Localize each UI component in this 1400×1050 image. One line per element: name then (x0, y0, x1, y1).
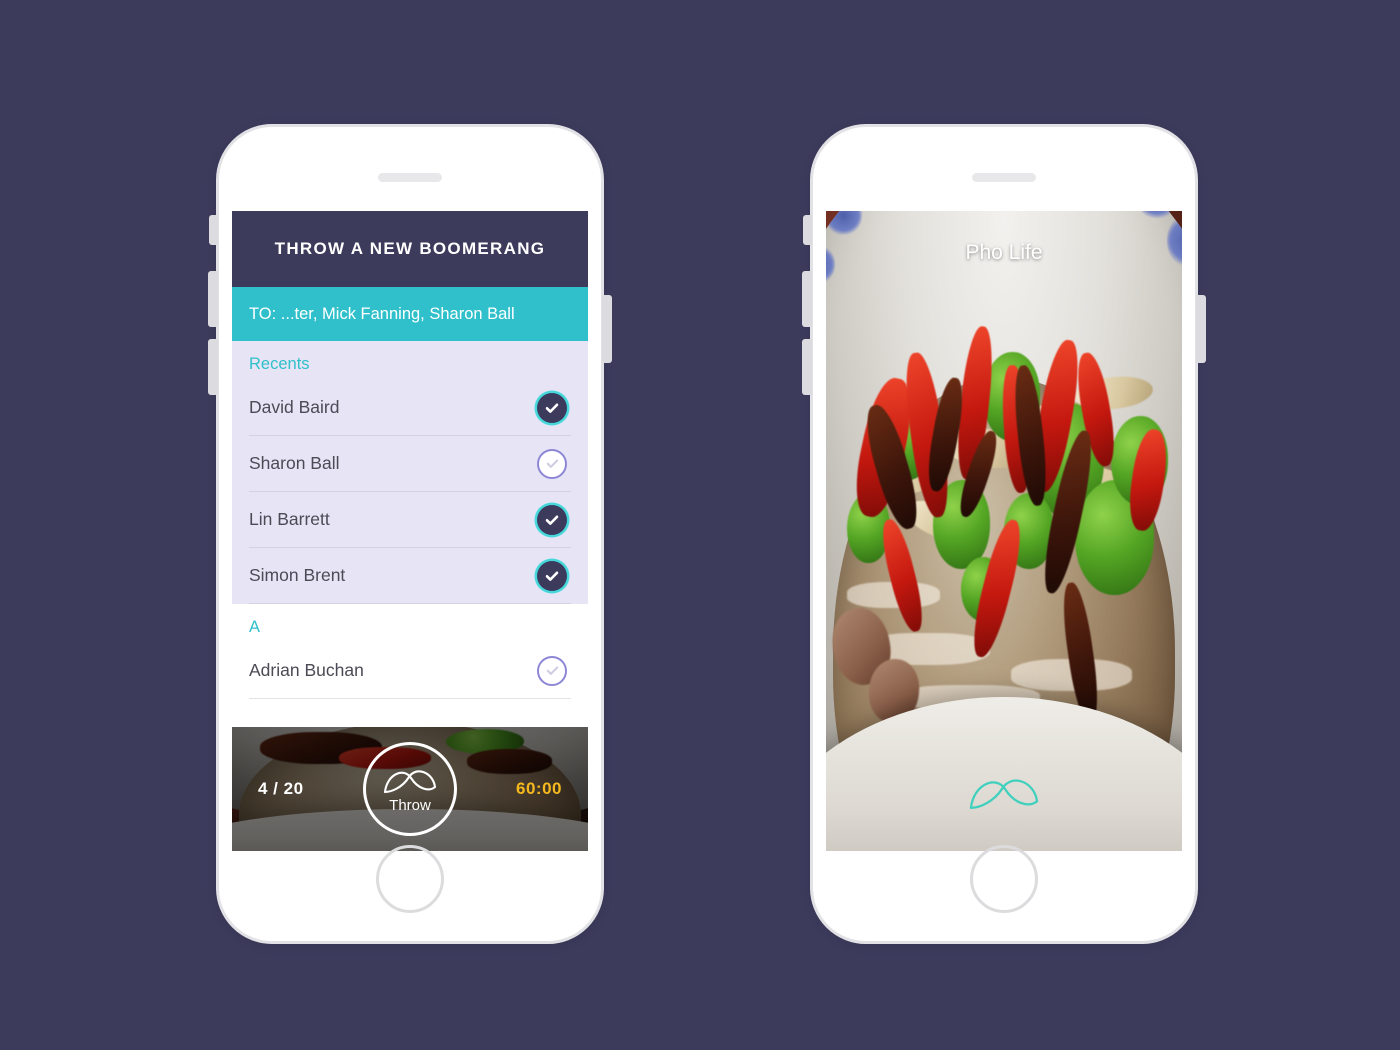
contact-section-recents: Recents David Baird Sharon Ball Lin Barr… (232, 341, 588, 604)
screen-compose: THROW A NEW BOOMERANG TO: ...ter, Mick F… (232, 211, 588, 851)
contact-name: Sharon Ball (249, 453, 340, 473)
screen-photo-view: Pho Life (826, 211, 1182, 851)
contact-name: David Baird (249, 397, 340, 417)
boomerang-icon (382, 765, 438, 800)
silent-switch[interactable] (803, 215, 812, 245)
contact-row[interactable]: Lin Barrett (249, 492, 571, 548)
volume-up-button[interactable] (208, 271, 218, 327)
contact-row[interactable]: David Baird (249, 380, 571, 436)
recipients-text: TO: ...ter, Mick Fanning, Sharon Ball (249, 304, 515, 323)
mockup-stage: THROW A NEW BOOMERANG TO: ...ter, Mick F… (0, 0, 1400, 1050)
app-bar: THROW A NEW BOOMERANG (232, 211, 588, 287)
silent-switch[interactable] (209, 215, 218, 245)
photo-viewer[interactable]: Pho Life (826, 211, 1182, 851)
contact-row[interactable]: Sharon Ball (249, 436, 571, 492)
boomerang-icon[interactable] (967, 772, 1041, 817)
contact-checkbox-checked[interactable] (537, 504, 567, 535)
photo-title: Pho Life (965, 241, 1043, 264)
throw-count: 4 / 20 (258, 779, 304, 798)
pho-bowl-photo (826, 211, 1182, 851)
earpiece-speaker (378, 173, 442, 182)
power-button[interactable] (1196, 295, 1206, 363)
throw-bar: 4 / 20 60:00 Throw (232, 727, 588, 851)
contact-checkbox-checked[interactable] (537, 392, 567, 423)
volume-up-button[interactable] (802, 271, 812, 327)
phone-device-right: Pho Life (802, 124, 1206, 944)
contact-section-a: A Adrian Buchan (232, 604, 588, 699)
volume-down-button[interactable] (802, 339, 812, 395)
contact-row[interactable]: Adrian Buchan (249, 643, 571, 699)
throw-button[interactable]: Throw (363, 742, 457, 836)
contact-row[interactable]: Simon Brent (249, 548, 571, 604)
contact-name: Lin Barrett (249, 509, 330, 529)
contact-name: Adrian Buchan (249, 660, 364, 680)
contact-name: Simon Brent (249, 565, 346, 585)
volume-down-button[interactable] (208, 339, 218, 395)
section-header-a: A (249, 618, 261, 636)
throw-button-label: Throw (389, 796, 431, 814)
power-button[interactable] (602, 295, 612, 363)
throw-timer: 60:00 (516, 779, 562, 798)
contact-checkbox-unchecked[interactable] (537, 655, 567, 686)
contact-checkbox-unchecked[interactable] (537, 448, 567, 479)
contact-checkbox-checked[interactable] (537, 560, 567, 591)
home-button[interactable] (376, 845, 444, 913)
recipients-bar[interactable]: TO: ...ter, Mick Fanning, Sharon Ball (232, 287, 588, 341)
section-header-recents: Recents (249, 355, 310, 373)
phone-device-left: THROW A NEW BOOMERANG TO: ...ter, Mick F… (208, 124, 612, 944)
home-button[interactable] (970, 845, 1038, 913)
page-title: THROW A NEW BOOMERANG (274, 239, 546, 258)
earpiece-speaker (972, 173, 1036, 182)
